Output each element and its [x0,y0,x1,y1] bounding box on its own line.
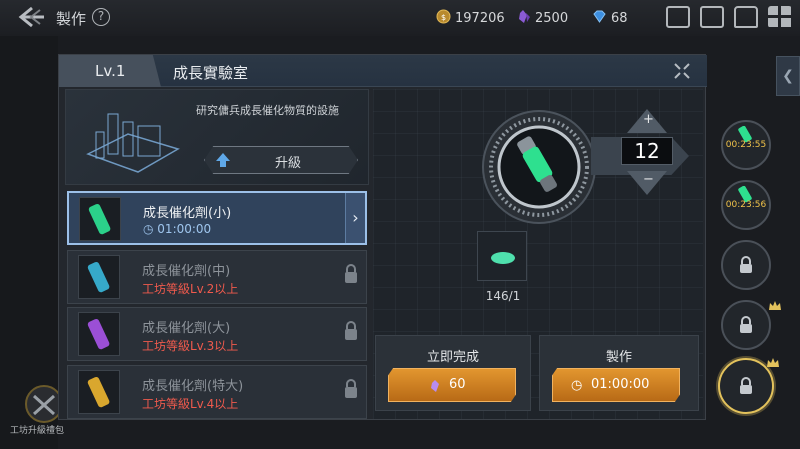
upgrade-button[interactable]: 升級 [204,146,358,174]
arrow-up-icon [215,152,231,168]
quantity-field[interactable]: 12 [621,137,673,165]
coin-resource: $197206 [436,9,505,26]
crystal-resource: 2500 [516,9,568,26]
list-item[interactable]: 成長催化劑(特大) 工坊等級Lv.4以上 [67,365,367,419]
list-item[interactable]: 成長催化劑(小) ◷ 01:00:00 › [67,191,367,245]
page-title: 製作 [56,10,87,28]
level-tab: Lv.1 [59,55,161,87]
instant-complete-button[interactable]: 60 [388,368,516,402]
item-requirement: 工坊等級Lv.2以上 [142,282,239,296]
green-gel-icon [491,252,515,264]
lock-icon [342,320,360,342]
crystal-value: 2500 [535,11,569,26]
item-requirement: 工坊等級Lv.4以上 [142,397,239,411]
instant-complete-panel: 立即完成 60 [375,335,531,411]
diamond-icon [592,9,607,24]
item-name: 成長催化劑(小) [143,206,232,221]
product-dial [482,110,596,224]
svg-text:$: $ [441,13,446,22]
panel-title: 成長實驗室 [173,64,249,82]
list-item[interactable]: 成長催化劑(大) 工坊等級Lv.3以上 [67,307,367,361]
facility-description: 研究傭兵成長催化物質的設施 [196,104,339,117]
decrease-button[interactable]: − [627,171,667,195]
lock-icon [342,263,360,285]
shop-bag-icon[interactable] [734,6,758,28]
item-timer-value: 01:00:00 [157,222,212,236]
item-name: 成長催化劑(特大) [142,379,244,394]
queue-slot[interactable]: 00:23:56 [721,180,771,230]
material-slot[interactable] [477,231,527,281]
grid-menu-icon[interactable] [768,6,792,28]
queue-slot[interactable]: 00:23:55 [721,120,771,170]
top-bar: 製作 ? $197206 2500 68 [0,0,800,36]
item-requirement: 工坊等級Lv.3以上 [142,339,239,353]
coin-value: 197206 [455,11,505,26]
queue-slot-locked[interactable] [721,240,771,290]
sidebar-collapse-tab[interactable]: ❮ [776,56,800,96]
material-count: 146/1 [485,289,521,303]
increase-button[interactable]: + [627,109,667,133]
craft-time: 01:00:00 [591,377,650,392]
lock-icon [738,377,754,395]
crystal-icon [516,9,531,24]
lock-icon [738,256,754,274]
coin-icon: $ [436,9,451,24]
facility-card: 研究傭兵成長催化物質的設施 升級 [65,89,369,185]
left-column: 研究傭兵成長催化物質的設施 升級 成長催化劑(小) ◷ 01:00:00 › 成… [65,89,369,419]
craft-caption: 製作 [605,350,632,365]
craft-panel: 製作 ◷ 01:00:00 [539,335,699,411]
instant-complete-caption: 立即完成 [426,350,479,365]
catalyst-large-thumbnail [78,312,120,356]
chevron-right-icon[interactable]: › [345,193,365,243]
catalyst-xl-thumbnail [78,370,120,414]
panel-header: Lv.1 成長實驗室 [59,55,707,87]
lock-icon [738,316,754,334]
catalyst-medium-thumbnail [78,255,120,299]
level-label: Lv.1 [95,62,126,80]
crystal-icon [429,378,443,397]
help-icon[interactable]: ? [92,8,110,26]
mail-icon[interactable] [700,6,724,28]
craft-button[interactable]: ◷ 01:00:00 [552,368,680,402]
crown-icon [768,297,782,310]
lock-icon [342,378,360,400]
queue-timer: 00:23:55 [725,140,767,150]
instant-complete-cost: 60 [449,377,466,392]
clock-icon: ◷ [143,222,158,236]
craft-area: + 12 − 146/1 立即完成 60 製作 ◷ 01:00:00 [373,89,703,419]
chat-icon[interactable] [666,6,690,28]
item-name: 成長催化劑(大) [142,321,231,336]
item-name: 成長催化劑(中) [142,264,231,279]
diamond-resource: 68 [592,9,628,26]
back-arrow-icon[interactable] [18,6,46,30]
item-timer: ◷ 01:00:00 [143,222,211,236]
queue-timer: 00:23:56 [725,200,767,210]
plus-icon: + [643,112,654,127]
close-icon[interactable] [673,62,691,80]
list-item[interactable]: 成長催化劑(中) 工坊等級Lv.2以上 [67,250,367,304]
lab-panel: Lv.1 成長實驗室 研究傭兵成長催化物質的設施 升級 成長催化劑(小) ◷ 0… [58,54,707,420]
lab-building-icon [86,113,180,173]
upgrade-label: 升級 [275,156,302,171]
queue-slot-locked[interactable] [721,300,771,350]
crown-icon [766,354,780,367]
upgrade-pack-label: 工坊升級禮包 [10,426,65,436]
minus-icon: − [643,172,654,187]
catalyst-small-thumbnail [79,197,121,241]
clock-icon: ◷ [571,378,583,393]
diamond-value: 68 [611,11,628,26]
